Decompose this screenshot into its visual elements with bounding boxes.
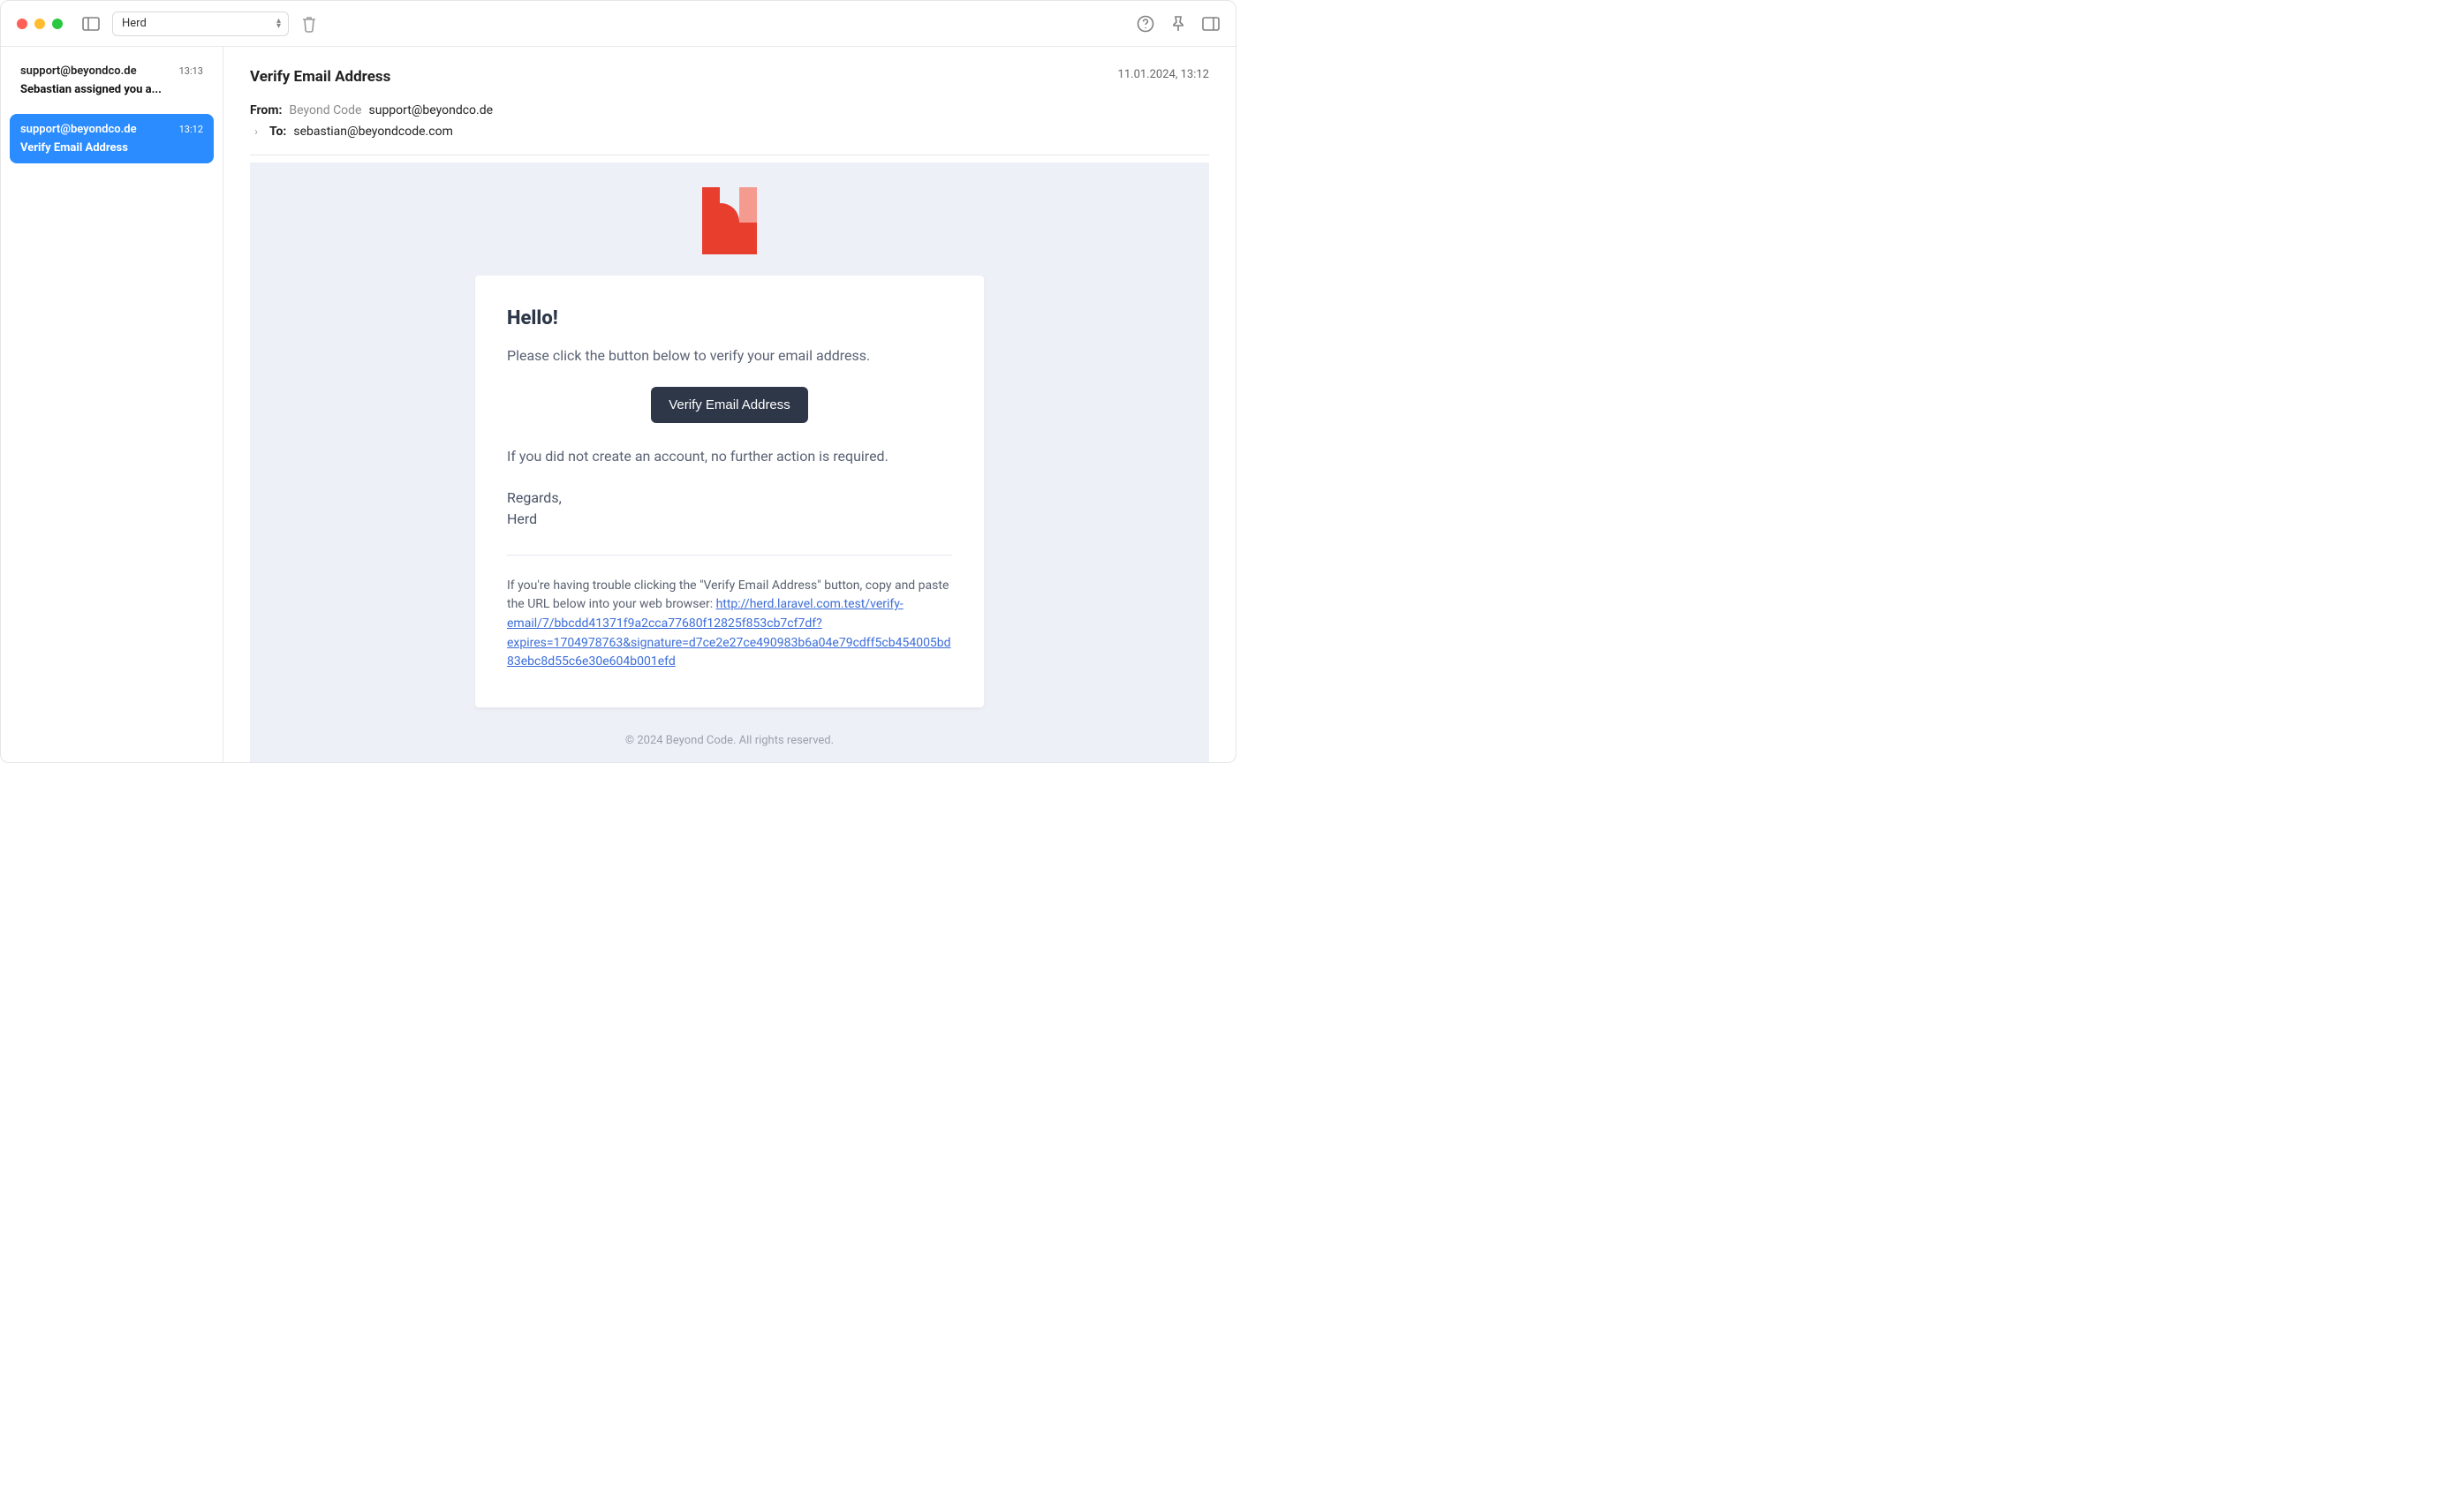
panel-toggle-icon[interactable] — [1202, 15, 1220, 33]
app-window: Herd ▴▾ — [1, 1, 1236, 762]
from-name: Beyond Code — [289, 103, 361, 117]
intro-text: Please click the button below to verify … — [507, 345, 952, 367]
window-controls — [17, 19, 63, 29]
message-time: 13:13 — [179, 65, 203, 77]
verify-email-button[interactable]: Verify Email Address — [651, 387, 808, 423]
mail-to-row[interactable]: › To: sebastian@beyondcode.com — [250, 121, 1209, 142]
herd-logo — [702, 187, 757, 254]
mail-header: Verify Email Address 11.01.2024, 13:12 — [250, 68, 1209, 86]
trouble-text: If you're having trouble clicking the "V… — [507, 577, 952, 672]
from-email: support@beyondco.de — [369, 103, 494, 117]
mail-from-row: From: Beyond Code support@beyondco.de — [250, 100, 1209, 121]
signature: Regards, Herd — [507, 488, 952, 530]
message-subject: Verify Email Address — [20, 141, 203, 155]
chevron-right-icon: › — [250, 125, 262, 138]
delete-button[interactable] — [301, 15, 317, 33]
no-action-text: If you did not create an account, no fur… — [507, 446, 952, 468]
to-email: sebastian@beyondcode.com — [293, 125, 453, 139]
divider — [507, 555, 952, 556]
message-card: Hello! Please click the button below to … — [475, 276, 984, 707]
close-window-button[interactable] — [17, 19, 27, 29]
message-list-item[interactable]: support@beyondco.de 13:13 Sebastian assi… — [10, 56, 214, 105]
mail-date: 11.01.2024, 13:12 — [1118, 68, 1209, 81]
mail-view[interactable]: Verify Email Address 11.01.2024, 13:12 F… — [223, 47, 1236, 762]
mail-title: Verify Email Address — [250, 68, 390, 86]
message-subject: Sebastian assigned you a... — [20, 83, 203, 96]
message-list: support@beyondco.de 13:13 Sebastian assi… — [1, 47, 223, 762]
body: support@beyondco.de 13:13 Sebastian assi… — [1, 47, 1236, 762]
toolbar: Herd ▴▾ — [1, 1, 1236, 47]
to-label: To: — [269, 125, 286, 139]
message-body: Hello! Please click the button below to … — [250, 163, 1209, 762]
mailbox-select[interactable]: Herd ▴▾ — [112, 11, 289, 36]
message-footer: © 2024 Beyond Code. All rights reserved. — [625, 734, 834, 747]
minimize-window-button[interactable] — [34, 19, 45, 29]
pin-button[interactable] — [1170, 15, 1186, 33]
message-list-item[interactable]: support@beyondco.de 13:12 Verify Email A… — [10, 114, 214, 163]
message-from: support@beyondco.de — [20, 123, 137, 136]
maximize-window-button[interactable] — [52, 19, 63, 29]
sidebar-toggle-icon[interactable] — [82, 17, 100, 31]
message-from: support@beyondco.de — [20, 64, 137, 78]
chevron-updown-icon: ▴▾ — [276, 19, 281, 29]
mailbox-select-value: Herd — [122, 17, 147, 30]
mail-meta: From: Beyond Code support@beyondco.de › … — [250, 100, 1209, 142]
toolbar-right — [1137, 15, 1220, 33]
greeting: Hello! — [507, 307, 952, 329]
help-button[interactable] — [1137, 15, 1154, 33]
from-label: From: — [250, 103, 282, 117]
message-time: 13:12 — [179, 124, 203, 135]
